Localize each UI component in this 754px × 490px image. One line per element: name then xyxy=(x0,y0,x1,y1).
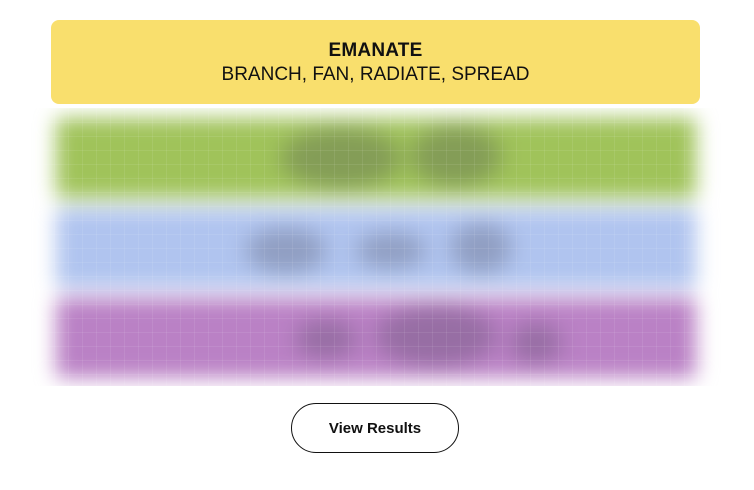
blurred-tile-shadow xyxy=(356,233,426,268)
blurred-row-purple xyxy=(56,298,696,378)
blurred-tile-shadow xyxy=(281,128,401,188)
view-results-button[interactable]: View Results xyxy=(291,403,459,453)
solved-group-title: EMANATE xyxy=(328,40,423,61)
blurred-tile-shadow xyxy=(296,320,356,358)
blurred-row-green xyxy=(56,118,696,198)
blurred-tile-shadow xyxy=(451,223,511,273)
blurred-tile-shadow xyxy=(376,306,496,366)
blurred-remaining-groups xyxy=(26,108,726,386)
blurred-tile-shadow xyxy=(511,323,561,363)
blurred-tile-shadow xyxy=(411,126,501,186)
solved-group-members: BRANCH, FAN, RADIATE, SPREAD xyxy=(221,64,530,85)
blurred-row-blue xyxy=(56,208,696,288)
blurred-tile-shadow xyxy=(246,228,326,273)
solved-group-yellow: EMANATE BRANCH, FAN, RADIATE, SPREAD xyxy=(51,20,700,104)
blur-layer xyxy=(26,108,726,386)
